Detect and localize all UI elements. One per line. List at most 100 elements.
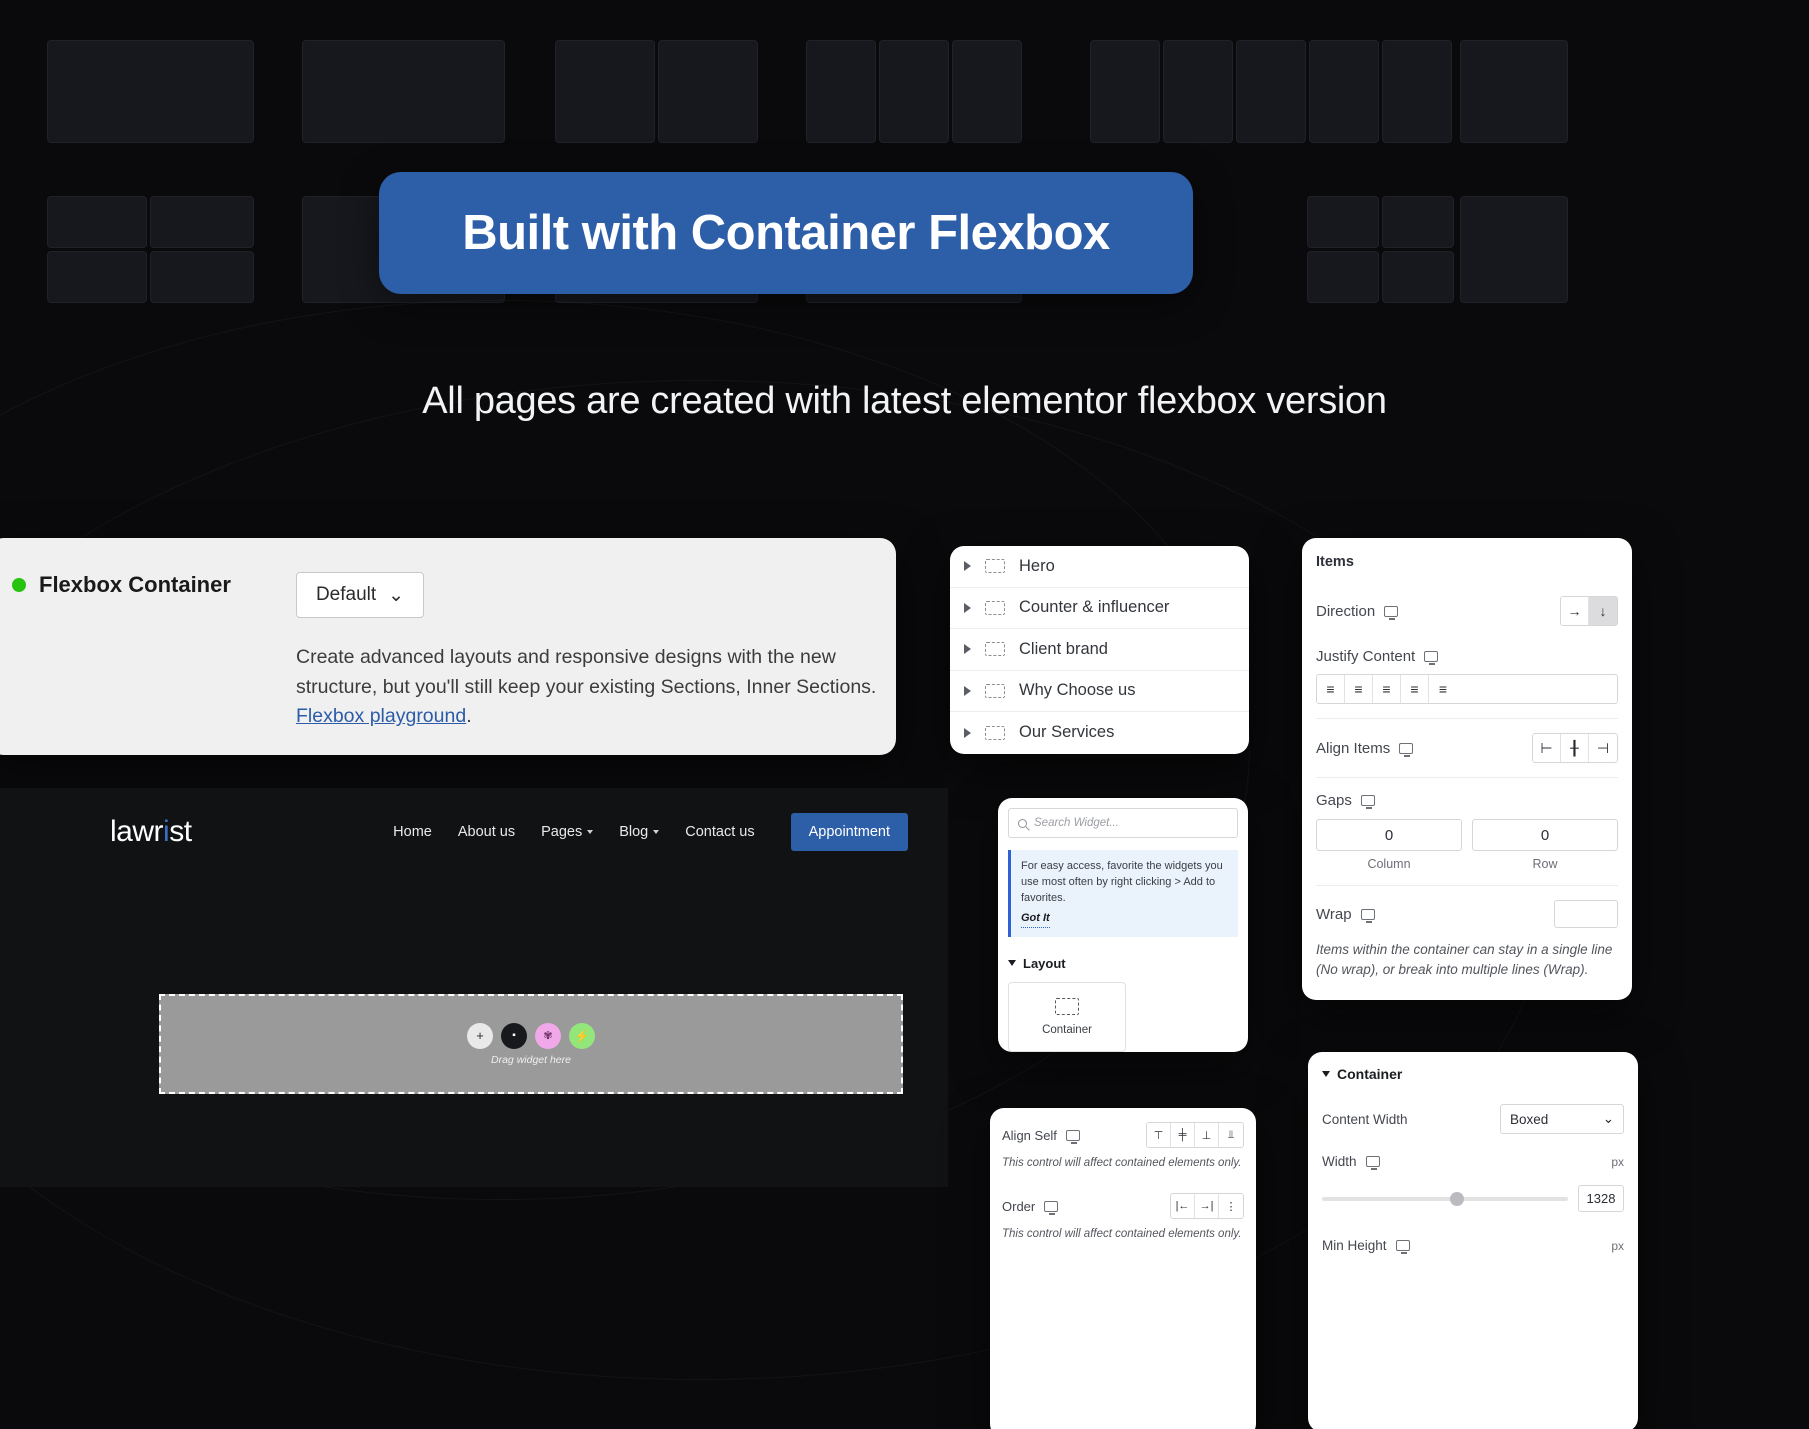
divider — [1316, 777, 1618, 778]
chevron-right-icon[interactable] — [964, 602, 971, 613]
justify-center-button[interactable]: ≡ — [1345, 675, 1373, 703]
chevron-right-icon[interactable] — [964, 561, 971, 572]
navigator-item-hero[interactable]: Hero — [950, 546, 1249, 588]
got-it-button[interactable]: Got It — [1021, 911, 1050, 928]
desktop-icon[interactable] — [1065, 1129, 1080, 1144]
navigator-item-label: Hero — [1019, 556, 1055, 575]
order-options[interactable]: |← →| ⋮ — [1170, 1193, 1244, 1219]
grid-cell — [1309, 40, 1379, 143]
justify-end-button[interactable]: ≡ — [1373, 675, 1401, 703]
direction-control: Direction → ↓ — [1316, 596, 1618, 626]
order-custom-button[interactable]: ⋮ — [1219, 1194, 1243, 1218]
menu-item-about-us[interactable]: About us — [458, 824, 515, 840]
navigator-item-counter-influencer[interactable]: Counter & influencer — [950, 588, 1249, 629]
gaps-inputs: 0 Column 0 Row — [1316, 819, 1618, 871]
justify-content-options[interactable]: ≡ ≡ ≡ ≡ ≡ — [1316, 674, 1618, 704]
grid-cell — [1236, 40, 1306, 143]
width-control: Width px — [1322, 1154, 1624, 1170]
site-navbar: lawrist Home About us Pages Blog Contact… — [0, 788, 948, 876]
items-settings-panel: Items Direction → ↓ Justify Content ≡ ≡ … — [1302, 538, 1632, 1000]
align-self-label: Align Self — [1002, 1127, 1057, 1143]
navigator-item-why-choose-us[interactable]: Why Choose us — [950, 671, 1249, 712]
appointment-button[interactable]: Appointment — [790, 813, 908, 851]
desktop-icon[interactable] — [1399, 742, 1414, 757]
chevron-right-icon[interactable] — [964, 644, 971, 655]
chevron-right-icon[interactable] — [964, 685, 971, 696]
widget-search-panel: Search Widget... For easy access, favori… — [998, 798, 1248, 1052]
justify-content-control: Justify Content — [1316, 648, 1618, 665]
justify-space-around-button[interactable]: ≡ — [1429, 675, 1457, 703]
direction-label: Direction — [1316, 602, 1376, 620]
wrap-note: Items within the container can stay in a… — [1316, 942, 1613, 978]
default-select[interactable]: Default ⌄ — [296, 572, 424, 618]
direction-option-row[interactable]: → — [1561, 597, 1589, 625]
desktop-icon[interactable] — [1360, 795, 1375, 809]
justify-start-button[interactable]: ≡ — [1317, 675, 1345, 703]
min-height-unit: px — [1611, 1238, 1624, 1253]
chevron-down-icon — [1322, 1071, 1330, 1077]
grid-cell — [1090, 40, 1160, 143]
desktop-icon[interactable] — [1044, 1200, 1059, 1215]
site-menu: Home About us Pages Blog Contact us Appo… — [393, 813, 908, 851]
menu-item-home[interactable]: Home — [393, 824, 432, 840]
grid-cell — [150, 251, 254, 303]
direction-options[interactable]: → ↓ — [1560, 596, 1618, 626]
order-end-button[interactable]: →| — [1195, 1194, 1219, 1218]
desktop-icon[interactable] — [1365, 1156, 1380, 1170]
align-self-end-button[interactable]: ⊥ — [1195, 1123, 1219, 1147]
align-self-stretch-button[interactable]: ⫫ — [1219, 1123, 1243, 1147]
desktop-icon[interactable] — [1360, 908, 1375, 923]
chevron-right-icon[interactable] — [964, 727, 971, 738]
navigator-item-client-brand[interactable]: Client brand — [950, 629, 1249, 671]
menu-item-pages[interactable]: Pages — [541, 824, 594, 840]
container-widget-tile[interactable]: Container — [1008, 981, 1126, 1052]
order-control: Order |← →| ⋮ — [1002, 1193, 1244, 1219]
direction-option-column[interactable]: ↓ — [1589, 597, 1617, 625]
desktop-icon[interactable] — [1395, 1240, 1410, 1254]
gap-row-input[interactable]: 0 — [1472, 819, 1618, 851]
ai-generate-icon[interactable]: ⚡ — [569, 1022, 595, 1049]
navigator-item-label: Our Services — [1019, 723, 1115, 742]
add-widget-icon[interactable]: + — [467, 1022, 493, 1049]
search-widget-field[interactable]: Search Widget... — [1008, 808, 1238, 838]
desktop-icon[interactable] — [1424, 651, 1439, 665]
search-widget-placeholder: Search Widget... — [1034, 817, 1119, 829]
hero-subtitle: All pages are created with latest elemen… — [422, 380, 1387, 422]
order-start-button[interactable]: |← — [1171, 1194, 1195, 1218]
width-value-input[interactable]: 1328 — [1578, 1185, 1624, 1212]
grid-cell — [1382, 40, 1452, 143]
widget-drop-area[interactable]: + ▪ ✾ ⚡ Drag widget here — [159, 994, 903, 1094]
align-self-center-button[interactable]: ╪ — [1171, 1123, 1195, 1147]
align-items-options[interactable]: ⊢ ╂ ⊣ — [1532, 733, 1618, 763]
align-center-button[interactable]: ╂ — [1561, 734, 1589, 762]
align-self-start-button[interactable]: ⊤ — [1147, 1123, 1171, 1147]
navigator-item-our-services[interactable]: Our Services — [950, 712, 1249, 754]
align-start-button[interactable]: ⊢ — [1533, 734, 1561, 762]
menu-item-contact-us[interactable]: Contact us — [685, 824, 754, 840]
container-icon — [985, 725, 1005, 740]
logo-after: st — [169, 815, 192, 848]
grid-cell — [47, 196, 147, 248]
desktop-icon[interactable] — [1384, 605, 1399, 620]
width-slider[interactable] — [1322, 1191, 1568, 1206]
align-self-note: This control will affect contained eleme… — [1002, 1157, 1242, 1169]
content-width-select[interactable]: Boxed ⌄ — [1500, 1104, 1624, 1134]
chevron-down-icon — [587, 830, 594, 834]
container-section-header[interactable]: Container — [1322, 1066, 1624, 1082]
site-logo[interactable]: lawrist — [110, 815, 192, 849]
menu-item-blog[interactable]: Blog — [619, 824, 660, 840]
flexbox-playground-link[interactable]: Flexbox playground — [296, 705, 466, 727]
gap-column-input[interactable]: 0 — [1316, 819, 1462, 851]
width-label: Width — [1322, 1154, 1357, 1169]
align-end-button[interactable]: ⊣ — [1589, 734, 1617, 762]
add-template-icon[interactable]: ✾ — [535, 1022, 561, 1049]
slider-handle[interactable] — [1449, 1191, 1464, 1206]
hero-badge: Built with Container Flexbox — [379, 172, 1193, 294]
align-self-options[interactable]: ⊤ ╪ ⊥ ⫫ — [1146, 1122, 1244, 1148]
container-widget-label: Container — [1042, 1023, 1092, 1036]
justify-space-between-button[interactable]: ≡ — [1401, 675, 1429, 703]
order-note: This control will affect contained eleme… — [1002, 1228, 1242, 1240]
add-container-icon[interactable]: ▪ — [501, 1022, 527, 1049]
layout-section-header[interactable]: Layout — [1008, 956, 1238, 971]
wrap-options[interactable] — [1554, 900, 1618, 928]
